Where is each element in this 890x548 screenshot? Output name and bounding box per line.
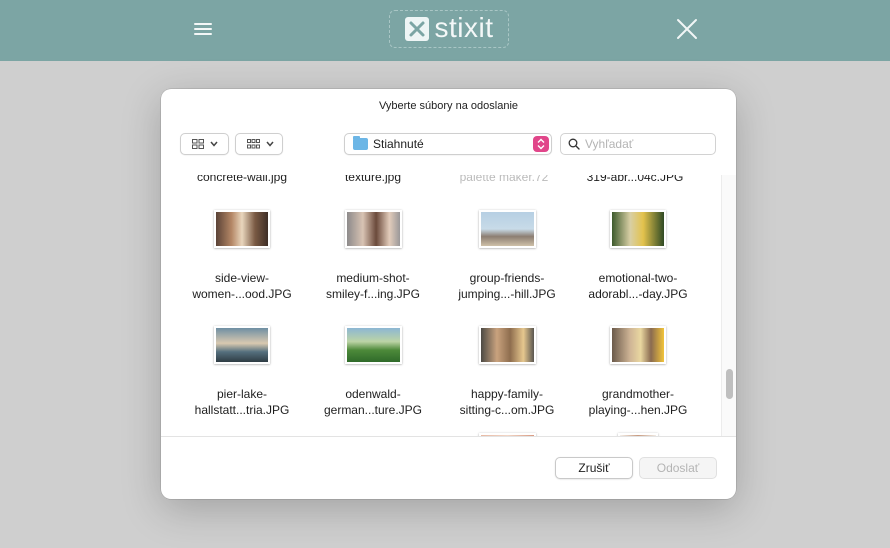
chevron-down-icon xyxy=(266,141,274,147)
file-thumbnail[interactable] xyxy=(345,326,402,364)
view-mode-icon-button[interactable] xyxy=(180,133,229,155)
file-picker-dialog: Vyberte súbory na odoslanie Stiahnuté co… xyxy=(161,89,736,499)
logo-mark-icon xyxy=(404,17,429,41)
grid-view-icon xyxy=(192,139,204,149)
logo-text: stixit xyxy=(434,12,494,43)
file-name-cut: texture.jpg xyxy=(344,175,402,184)
file-thumbnail[interactable] xyxy=(479,210,536,248)
location-select[interactable]: Stiahnuté xyxy=(344,133,552,155)
file-thumbnail[interactable] xyxy=(345,210,402,248)
file-name-cut: 319-abr...04c.JPG xyxy=(586,175,684,184)
gallery-view-icon xyxy=(247,139,260,149)
file-name[interactable]: medium-shot-smiley-f...ing.JPG xyxy=(308,270,438,302)
file-name[interactable]: emotional-two-adorabl...-day.JPG xyxy=(573,270,703,302)
location-label: Stiahnuté xyxy=(373,137,424,151)
footer-divider xyxy=(161,436,736,437)
dialog-title: Vyberte súbory na odoslanie xyxy=(378,100,518,112)
group-mode-button[interactable] xyxy=(235,133,283,155)
file-name[interactable]: side-view-women-...ood.JPG xyxy=(177,270,307,302)
file-name[interactable]: pier-lake-hallstatt...tria.JPG xyxy=(177,386,307,418)
file-thumbnail[interactable] xyxy=(214,326,270,364)
folder-icon xyxy=(353,136,368,150)
file-grid-scrollbar[interactable] xyxy=(721,175,736,437)
location-stepper[interactable] xyxy=(533,136,549,152)
file-name-cut: concrete-wall.jpg xyxy=(196,175,288,184)
cancel-button[interactable]: Zrušiť xyxy=(555,457,633,479)
menu-icon[interactable] xyxy=(194,20,214,38)
app-header: stixit xyxy=(0,0,890,61)
file-name[interactable]: happy-family-sitting-c...om.JPG xyxy=(442,386,572,418)
file-name[interactable]: odenwald-german...ture.JPG xyxy=(308,386,438,418)
send-button[interactable]: Odoslať xyxy=(639,457,717,479)
search-field[interactable] xyxy=(560,133,716,155)
file-thumbnail[interactable] xyxy=(610,326,666,364)
search-input[interactable] xyxy=(585,137,705,151)
close-icon[interactable] xyxy=(676,18,698,40)
file-thumbnail[interactable] xyxy=(214,210,270,248)
file-name[interactable]: grandmother-playing-...hen.JPG xyxy=(573,386,703,418)
file-thumbnail[interactable] xyxy=(610,210,666,248)
chevron-down-icon xyxy=(210,141,218,147)
search-icon xyxy=(568,138,580,150)
logo: stixit xyxy=(389,10,509,48)
updown-chevron-icon xyxy=(537,138,545,150)
file-name[interactable]: group-friends-jumping...-hill.JPG xyxy=(442,270,572,302)
file-grid[interactable]: concrete-wall.jpg texture.jpg palette ma… xyxy=(177,175,705,437)
scrollbar-thumb[interactable] xyxy=(726,369,733,399)
file-thumbnail[interactable] xyxy=(479,326,536,364)
file-name-cut: palette maker.72 xyxy=(459,175,549,184)
